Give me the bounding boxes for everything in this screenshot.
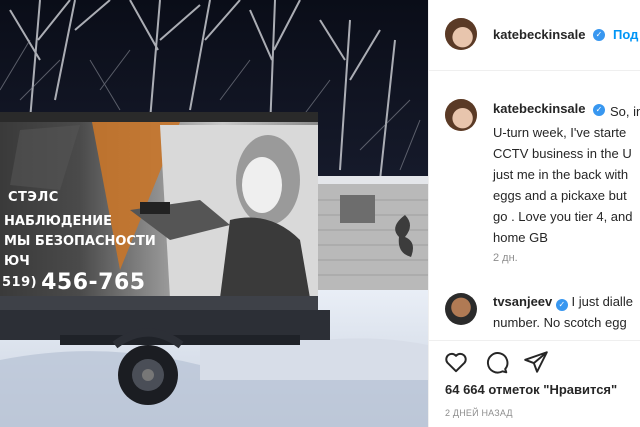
heart-icon[interactable] — [443, 349, 469, 375]
post-side-panel: katebeckinsale ✓ Под katebeckinsale ✓ So… — [428, 0, 640, 427]
post-header: katebeckinsale ✓ Под — [429, 0, 640, 71]
caption-avatar[interactable] — [445, 99, 477, 131]
author-avatar[interactable] — [445, 18, 477, 50]
verified-badge-icon: ✓ — [593, 29, 605, 41]
action-bar — [429, 340, 640, 382]
author-username[interactable]: katebeckinsale — [493, 27, 586, 42]
truck-ad-line: НАБЛЮДЕНИЕ — [4, 214, 113, 229]
comment-item: tvsanjeev ✓ I just dialle number. No sco… — [493, 291, 640, 333]
caption-text: So, in U-turn week, I've starte CCTV bus… — [493, 104, 640, 245]
truck-ad-phone-code: 519) — [2, 275, 38, 290]
comment-bubble-icon[interactable] — [483, 349, 509, 375]
verified-badge-icon: ✓ — [555, 299, 568, 311]
truck-ad-phone: 519) 456-765 — [2, 270, 146, 295]
likes-count[interactable]: 64 664 отметок "Нравится" — [445, 382, 617, 397]
commenter-avatar[interactable] — [445, 293, 477, 325]
paper-plane-icon[interactable] — [523, 349, 549, 375]
post-photo[interactable]: СТЭЛС НАБЛЮДЕНИЕ МЫ БЕЗОПАСНОСТИ ЮЧ 519)… — [0, 0, 428, 427]
truck-ad-line: ЮЧ — [4, 254, 30, 269]
caption-time: 2 дн. — [493, 252, 518, 264]
post-date: 2 ДНЕЙ НАЗАД — [445, 408, 513, 418]
truck-ad-line: МЫ БЕЗОПАСНОСТИ — [4, 234, 156, 249]
truck-ad-phone-number: 456-765 — [41, 270, 146, 295]
follow-button[interactable]: Под — [613, 27, 638, 42]
truck-ad-brand: СТЭЛС — [8, 190, 59, 205]
commenter-username[interactable]: tvsanjeev — [493, 294, 552, 309]
